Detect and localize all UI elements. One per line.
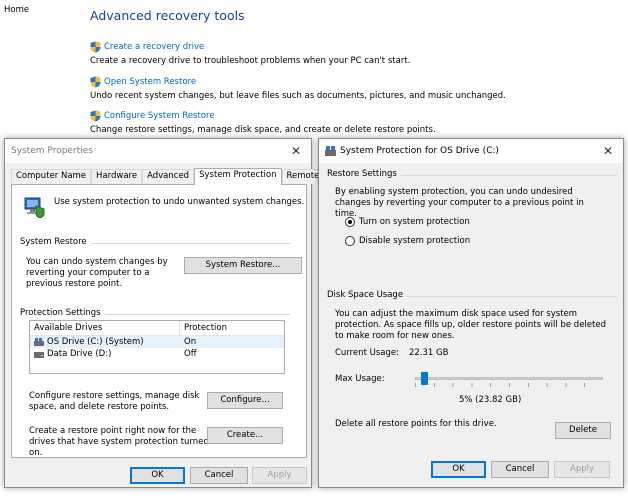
window-title: System Properties xyxy=(11,146,93,156)
configure-button[interactable]: Configure... xyxy=(207,392,283,409)
system-properties-window: System Properties ✕ Computer Name Hardwa… xyxy=(4,138,325,488)
slider-ticks xyxy=(415,383,603,387)
current-usage-value: 22.31 GB xyxy=(409,348,449,358)
ok-button[interactable]: OK xyxy=(130,467,185,484)
create-recovery-drive-link[interactable]: Create a recovery drive xyxy=(90,41,410,53)
uac-shield-icon xyxy=(90,76,101,88)
tab-computer-name[interactable]: Computer Name xyxy=(11,169,92,184)
radio-indicator xyxy=(345,236,355,246)
disk-space-description: You can adjust the maximum disk space us… xyxy=(335,309,606,341)
tab-advanced[interactable]: Advanced xyxy=(142,169,195,184)
apply-button[interactable]: Apply xyxy=(252,467,307,484)
close-icon[interactable]: ✕ xyxy=(601,144,615,158)
cancel-button[interactable]: Cancel xyxy=(491,461,549,478)
restore-settings-group-label: Restore Settings xyxy=(327,169,401,180)
system-protection-titlebar[interactable]: System Protection for OS Drive (C:) ✕ xyxy=(319,139,623,163)
drive-protection: Off xyxy=(184,349,197,359)
drive-name: OS Drive (C:) (System) xyxy=(47,337,144,347)
uac-shield-icon xyxy=(90,110,101,122)
restore-description: You can undo system changes by reverting… xyxy=(26,257,168,289)
open-system-restore-desc: Undo recent system changes, but leave fi… xyxy=(90,91,506,101)
create-button[interactable]: Create... xyxy=(207,427,283,444)
drive-name: Data Drive (D:) xyxy=(47,349,112,359)
system-drive-icon xyxy=(34,338,44,346)
tab-bar: Computer Name Hardware Advanced System P… xyxy=(11,168,325,185)
table-row[interactable]: Data Drive (D:) Off xyxy=(30,348,284,360)
create-recovery-drive-desc: Create a recovery drive to troubleshoot … xyxy=(90,56,411,66)
current-usage-label: Current Usage: xyxy=(335,348,399,358)
intro-text: Use system protection to undo unwanted s… xyxy=(54,197,305,207)
drive-icon xyxy=(325,146,336,156)
max-usage-slider-track[interactable] xyxy=(415,377,603,380)
system-restore-button[interactable]: System Restore... xyxy=(184,257,302,274)
table-row[interactable]: OS Drive (C:) (System) On xyxy=(30,336,284,348)
restore-settings-description: By enabling system protection, you can u… xyxy=(335,187,584,219)
drive-protection: On xyxy=(184,337,197,347)
close-icon[interactable]: ✕ xyxy=(289,144,303,158)
tab-hardware[interactable]: Hardware xyxy=(91,169,143,184)
create-description: Create a restore point right now for the… xyxy=(29,426,209,458)
ok-button[interactable]: OK xyxy=(431,461,486,478)
recovery-item-create-drive: Create a recovery drive Create a recover… xyxy=(90,41,410,66)
disable-protection-radio[interactable]: Disable system protection xyxy=(345,236,470,246)
tab-system-protection[interactable]: System Protection xyxy=(194,168,282,185)
recovery-item-configure-restore: Configure System Restore Change restore … xyxy=(90,110,436,135)
disk-space-group-label: Disk Space Usage xyxy=(327,290,408,301)
column-protection[interactable]: Protection xyxy=(180,321,227,335)
protection-settings-group-label: Protection Settings xyxy=(20,308,105,319)
apply-button[interactable]: Apply xyxy=(554,461,610,478)
turn-on-protection-radio[interactable]: Turn on system protection xyxy=(345,217,470,227)
configure-system-restore-desc: Change restore settings, manage disk spa… xyxy=(90,125,436,135)
uac-shield-icon xyxy=(90,41,101,53)
system-protection-icon xyxy=(24,197,45,218)
delete-button[interactable]: Delete xyxy=(555,422,611,439)
system-properties-titlebar[interactable]: System Properties ✕ xyxy=(5,139,311,163)
open-system-restore-link[interactable]: Open System Restore xyxy=(90,76,506,88)
page-title: Advanced recovery tools xyxy=(90,8,245,23)
configure-system-restore-link[interactable]: Configure System Restore xyxy=(90,110,436,122)
radio-selected-indicator xyxy=(345,217,355,227)
drives-list-header: Available Drives Protection xyxy=(30,321,284,336)
configure-description: Configure restore settings, manage disk … xyxy=(29,391,200,412)
max-usage-label: Max Usage: xyxy=(335,374,385,384)
delete-description: Delete all restore points for this drive… xyxy=(335,419,497,429)
system-restore-group-label: System Restore xyxy=(20,237,91,248)
system-protection-dialog: System Protection for OS Drive (C:) ✕ Re… xyxy=(318,138,624,488)
home-link[interactable]: Home xyxy=(4,5,29,15)
column-available-drives[interactable]: Available Drives xyxy=(30,321,180,335)
drive-icon xyxy=(34,352,44,358)
drives-list[interactable]: Available Drives Protection OS Drive (C:… xyxy=(29,320,285,374)
max-usage-value: 5% (23.82 GB) xyxy=(459,395,522,405)
max-usage-slider-thumb[interactable] xyxy=(421,372,429,385)
cancel-button[interactable]: Cancel xyxy=(190,467,248,484)
window-title: System Protection for OS Drive (C:) xyxy=(340,146,499,156)
recovery-item-open-restore: Open System Restore Undo recent system c… xyxy=(90,76,506,101)
